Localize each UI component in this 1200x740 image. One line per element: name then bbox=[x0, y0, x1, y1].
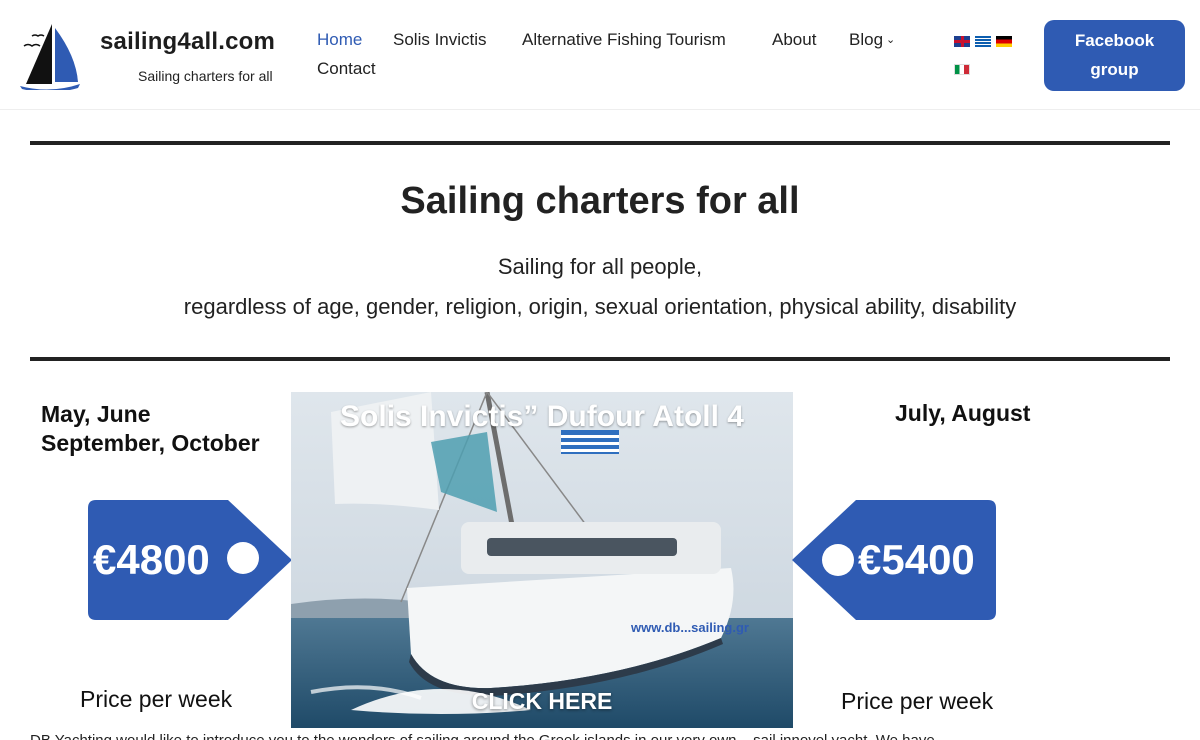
left-season-label: May, June September, October bbox=[41, 400, 260, 458]
sailboat-logo-icon[interactable] bbox=[18, 22, 82, 90]
greek-flag-icon[interactable] bbox=[975, 36, 991, 47]
nav-item-blog[interactable]: Blog ⌄ bbox=[849, 30, 895, 50]
site-title[interactable]: sailing4all.com bbox=[100, 28, 275, 56]
nav-item-contact[interactable]: Contact bbox=[317, 59, 376, 79]
site-header: sailing4all.com Sailing charters for all… bbox=[0, 0, 1200, 110]
nav-item-blog-label: Blog bbox=[849, 30, 884, 49]
left-price: €4800 bbox=[93, 536, 210, 583]
nav-item-about[interactable]: About bbox=[772, 30, 816, 50]
boat-title: Solis Invictis” Dufour Atoll 4 bbox=[340, 400, 744, 433]
hero-subtitle-line2: regardless of age, gender, religion, ori… bbox=[183, 294, 1017, 319]
click-here-button[interactable]: CLICK HERE bbox=[291, 688, 793, 715]
boat-image[interactable]: www.db...sailing.gr Solis Invictis” Dufo… bbox=[291, 392, 793, 728]
german-flag-icon[interactable] bbox=[996, 36, 1012, 47]
left-season-line1: May, June bbox=[41, 401, 151, 427]
left-price-caption: Price per week bbox=[80, 686, 233, 712]
right-price-caption: Price per week bbox=[841, 688, 994, 714]
nav-item-home[interactable]: Home bbox=[317, 30, 362, 50]
svg-text:www.db...sailing.gr: www.db...sailing.gr bbox=[630, 620, 749, 635]
chevron-down-icon: ⌄ bbox=[886, 34, 896, 46]
facebook-button-line2: group bbox=[1090, 60, 1139, 79]
divider-top bbox=[30, 141, 1170, 145]
promo-banner[interactable]: May, June September, October July, Augus… bbox=[0, 392, 1200, 740]
page-title: Sailing charters for all bbox=[400, 180, 800, 222]
right-season-label: July, August bbox=[895, 400, 1031, 426]
facebook-group-button[interactable]: Facebook group bbox=[1044, 20, 1185, 91]
hero-subtitle-line1: Sailing for all people, bbox=[497, 254, 703, 279]
nav-item-alternative-fishing-tourism[interactable]: Alternative Fishing Tourism bbox=[522, 30, 726, 50]
italian-flag-icon[interactable] bbox=[954, 64, 970, 75]
english-flag-icon[interactable] bbox=[954, 36, 970, 47]
nav-item-solis-invictis[interactable]: Solis Invictis bbox=[393, 30, 487, 50]
divider-bottom bbox=[30, 357, 1170, 361]
intro-paragraph: DB Yachting would like to introduce you … bbox=[30, 732, 935, 740]
left-price-tag: €4800 bbox=[88, 500, 292, 620]
site-tagline: Sailing charters for all bbox=[138, 68, 273, 84]
right-price-tag: €5400 bbox=[792, 500, 996, 620]
facebook-button-line1: Facebook bbox=[1074, 31, 1155, 50]
right-price: €5400 bbox=[858, 536, 975, 583]
left-season-line2: September, October bbox=[41, 430, 260, 456]
sailboat-photo: www.db...sailing.gr bbox=[291, 392, 793, 728]
